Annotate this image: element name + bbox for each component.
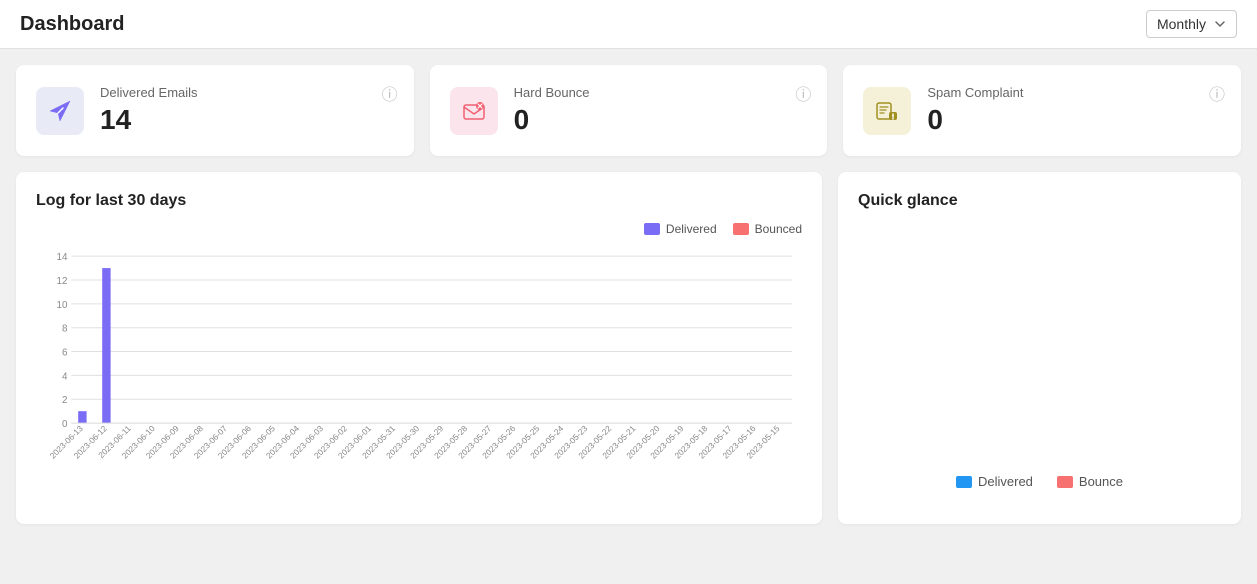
bottom-row: Log for last 30 days Delivered Bounced 0… — [16, 172, 1241, 524]
delivered-emails-info-icon: ⓘ — [382, 81, 398, 105]
svg-text:14: 14 — [1032, 379, 1048, 395]
spam-complaint-icon-bg — [863, 87, 911, 135]
legend-delivered: Delivered — [644, 222, 717, 236]
donut-legend-delivered: Delivered — [956, 474, 1033, 489]
log-chart-card: Log for last 30 days Delivered Bounced 0… — [16, 172, 822, 524]
donut-container: 0 14 — [930, 232, 1150, 452]
spam-complaint-info-icon: ⓘ — [1209, 81, 1225, 105]
hard-bounce-info-icon: ⓘ — [795, 81, 811, 105]
svg-text:14: 14 — [57, 252, 68, 263]
period-selector[interactable]: Monthly — [1146, 10, 1237, 38]
hard-bounce-value: 0 — [514, 104, 808, 136]
svg-text:10: 10 — [57, 300, 68, 311]
donut-legend-delivered-dot — [956, 476, 972, 488]
bar-chart-svg: 024681012142023-06-132023-06-122023-06-1… — [36, 244, 802, 504]
svg-text:4: 4 — [62, 371, 68, 382]
svg-text:12: 12 — [57, 276, 68, 287]
legend-bounced-label: Bounced — [755, 222, 802, 236]
legend-delivered-dot — [644, 223, 660, 235]
delivered-emails-card: Delivered Emails 14 ⓘ — [16, 65, 414, 156]
legend-delivered-label: Delivered — [666, 222, 717, 236]
delivered-emails-icon-bg — [36, 87, 84, 135]
hard-bounce-info: Hard Bounce 0 — [514, 85, 808, 136]
legend-bounced: Bounced — [733, 222, 802, 236]
hard-bounce-icon-bg — [450, 87, 498, 135]
donut-legend-bounce-label: Bounce — [1079, 474, 1123, 489]
delivered-emails-label: Delivered Emails — [100, 85, 394, 100]
chevron-down-icon — [1214, 18, 1226, 30]
chart-legend: Delivered Bounced — [36, 222, 802, 236]
bar-chart-area: 024681012142023-06-132023-06-122023-06-1… — [36, 244, 802, 504]
quick-glance-card: Quick glance 0 14 Delivered Bounce — [838, 172, 1241, 524]
delivered-emails-value: 14 — [100, 104, 394, 136]
spam-complaint-card: Spam Complaint 0 ⓘ — [843, 65, 1241, 156]
svg-text:0: 0 — [62, 419, 68, 430]
stats-row: Delivered Emails 14 ⓘ Hard Bounce 0 ⓘ — [16, 65, 1241, 156]
donut-legend-bounce-dot — [1057, 476, 1073, 488]
svg-text:2: 2 — [62, 395, 67, 406]
page-title: Dashboard — [20, 13, 124, 36]
donut-legend: Delivered Bounce — [956, 474, 1123, 489]
main-content: Delivered Emails 14 ⓘ Hard Bounce 0 ⓘ — [0, 49, 1257, 540]
hard-bounce-card: Hard Bounce 0 ⓘ — [430, 65, 828, 156]
svg-text:0: 0 — [1036, 309, 1044, 325]
donut-legend-delivered-label: Delivered — [978, 474, 1033, 489]
spam-mail-icon — [874, 98, 900, 124]
delivered-emails-info: Delivered Emails 14 — [100, 85, 394, 136]
hard-bounce-label: Hard Bounce — [514, 85, 808, 100]
log-chart-title: Log for last 30 days — [36, 192, 802, 210]
quick-glance-title: Quick glance — [858, 192, 958, 210]
period-label: Monthly — [1157, 16, 1206, 32]
spam-complaint-value: 0 — [927, 104, 1221, 136]
spam-complaint-info: Spam Complaint 0 — [927, 85, 1221, 136]
paper-plane-icon — [47, 98, 73, 124]
spam-complaint-label: Spam Complaint — [927, 85, 1221, 100]
legend-bounced-dot — [733, 223, 749, 235]
donut-chart-svg: 0 14 — [930, 232, 1150, 452]
svg-text:6: 6 — [62, 347, 68, 358]
bounce-mail-icon — [461, 98, 487, 124]
donut-legend-bounce: Bounce — [1057, 474, 1123, 489]
header: Dashboard Monthly — [0, 0, 1257, 49]
svg-text:8: 8 — [62, 324, 68, 335]
